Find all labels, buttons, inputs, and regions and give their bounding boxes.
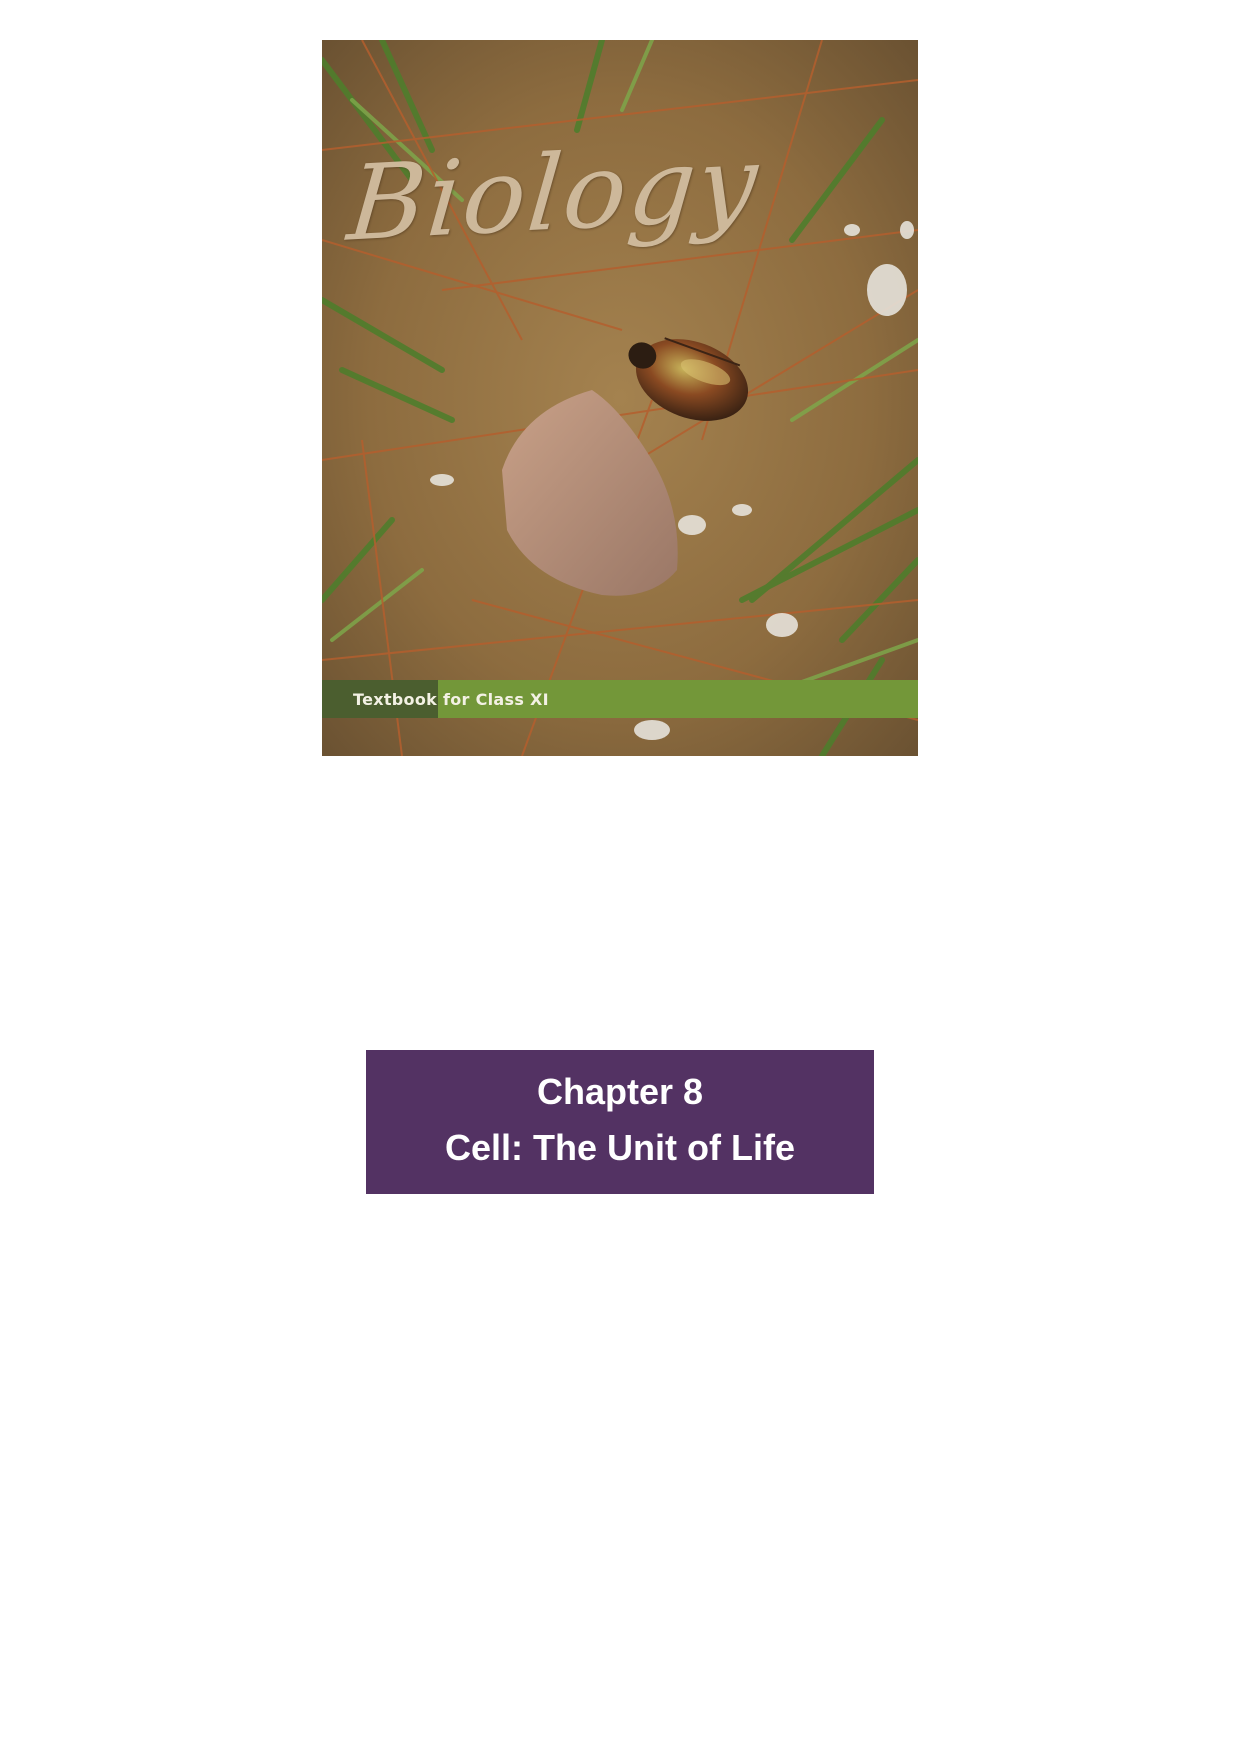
chapter-number: Chapter 8 xyxy=(536,1071,704,1112)
cover-subtitle-band: Textbook for Class XI xyxy=(322,680,918,718)
cover-title: Biology xyxy=(343,121,765,265)
chapter-heading-box: Chapter 8 Cell: The Unit of Life xyxy=(366,1050,874,1194)
cover-subtitle: Textbook for Class XI xyxy=(353,689,549,709)
book-cover: Biology Textbook for Class XI xyxy=(322,40,918,756)
chapter-title: Cell: The Unit of Life xyxy=(445,1127,795,1168)
